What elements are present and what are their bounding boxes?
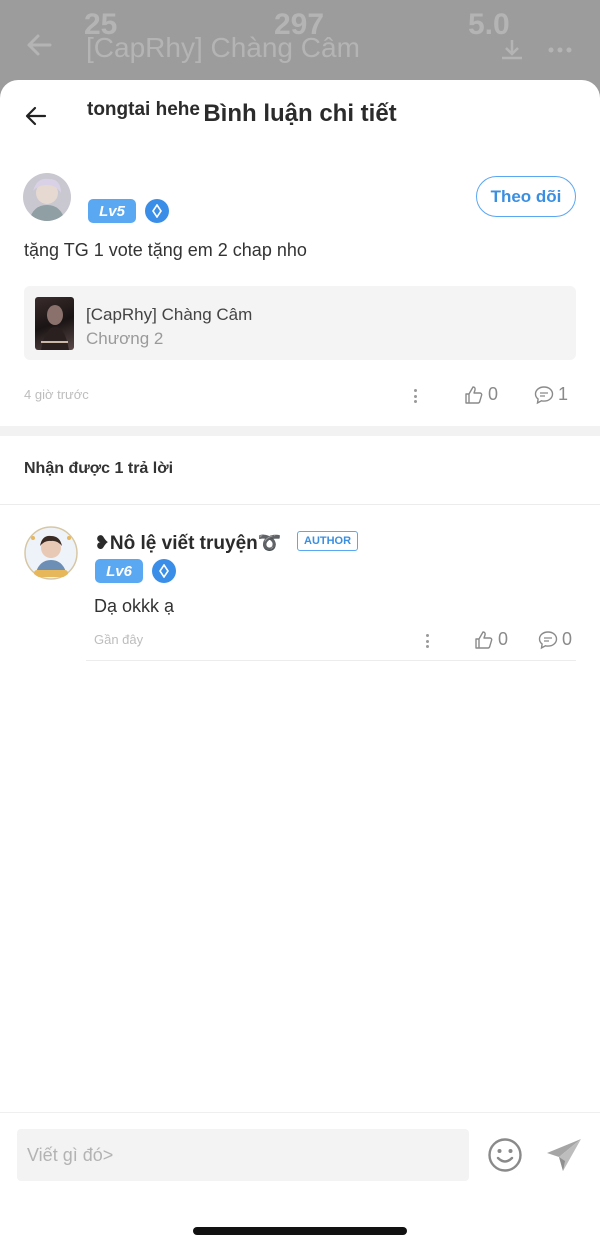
like-button[interactable]: 0: [464, 384, 498, 405]
comment-username[interactable]: tongtai hehe: [87, 99, 200, 121]
chat-bubble-icon: [538, 630, 558, 649]
reply-count: 1: [558, 384, 569, 404]
reply-button[interactable]: 1: [534, 384, 568, 405]
reply-time: Gần đây: [94, 632, 144, 647]
reply-count: 0: [562, 629, 573, 649]
reply-meta: Gần đây 0 0: [94, 629, 576, 653]
divider: [86, 660, 576, 661]
more-options-icon[interactable]: [410, 386, 420, 406]
like-count: 0: [488, 384, 499, 404]
vip-gem-icon: [152, 559, 176, 583]
story-card[interactable]: [CapRhy] Chàng Câm Chương 2: [24, 286, 576, 360]
avatar-image: [23, 173, 71, 221]
author-tag: AUTHOR: [297, 531, 359, 551]
section-divider: [0, 426, 600, 436]
like-button[interactable]: 0: [474, 629, 508, 650]
like-count: 0: [498, 629, 509, 649]
download-icon: [502, 40, 522, 60]
home-indicator: [193, 1227, 407, 1235]
more-options-icon[interactable]: [422, 631, 432, 651]
comment-detail-sheet: Bình luận chi tiết tongtai hehe Lv5 Theo…: [0, 80, 600, 1246]
follow-button[interactable]: Theo dõi: [476, 176, 576, 217]
send-icon[interactable]: [545, 1137, 583, 1173]
back-arrow-icon: [27, 34, 52, 56]
reply-avatar[interactable]: [24, 526, 78, 580]
emoji-icon[interactable]: [487, 1137, 523, 1173]
chat-bubble-icon: [534, 385, 554, 404]
replies-heading: Nhận được 1 trả lời: [24, 460, 174, 477]
thumbs-up-icon: [465, 385, 483, 404]
comment-time: 4 giờ trước: [24, 387, 89, 402]
divider: [0, 504, 600, 505]
comment-input[interactable]: [17, 1129, 469, 1181]
thumbs-up-icon: [475, 630, 493, 649]
story-chapter: Chương 2: [86, 329, 164, 348]
level-badge: Lv5: [88, 199, 136, 223]
avatar-image: [24, 526, 78, 580]
reply-username[interactable]: ❥Nô lệ viết truyện➰: [94, 531, 281, 555]
comment-text: tặng TG 1 vote tặng em 2 chap nho: [24, 240, 307, 260]
story-cover: [35, 297, 74, 350]
reply-button[interactable]: 0: [538, 629, 572, 650]
more-icon: [548, 47, 572, 53]
level-badge: Lv6: [95, 559, 143, 583]
story-title: [CapRhy] Chàng Câm: [86, 305, 253, 324]
vip-gem-icon: [145, 199, 169, 223]
comment-meta: 4 giờ trước 0 1: [24, 384, 576, 408]
background-title: [CapRhy] Chàng Câm: [86, 32, 360, 63]
avatar[interactable]: [23, 173, 71, 221]
comment-input-bar: [0, 1112, 600, 1246]
reply-text: Dạ okkk ạ: [94, 596, 175, 616]
